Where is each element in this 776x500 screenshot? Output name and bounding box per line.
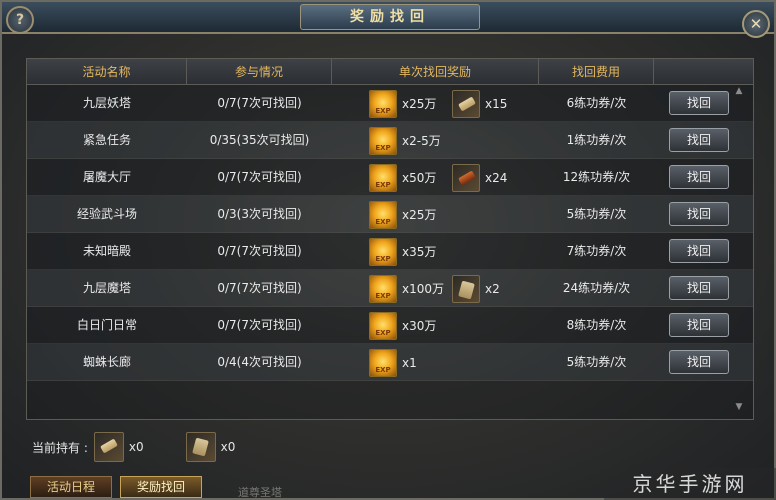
help-button[interactable]: ? (6, 6, 34, 34)
recovery-cost: 7练功券/次 (566, 244, 627, 258)
tab-activity-schedule[interactable]: 活动日程 (30, 476, 112, 498)
background-label: 道尊圣塔 (238, 486, 282, 499)
item-reward: x24 (452, 159, 507, 196)
exp-qty: x35万 (402, 245, 437, 259)
exp-qty: x100万 (402, 282, 445, 296)
table-row: 九层魔塔 0/7(7次可找回) EXP x100万 x2 24练功券/次 找回 (27, 270, 753, 307)
paper-icon (185, 432, 216, 462)
recovery-cost: 5练功券/次 (566, 207, 627, 221)
exp-reward: EXP x50万 (369, 159, 436, 196)
recovery-cost: 8练功券/次 (566, 318, 627, 332)
reward-recovery-window: 奖励找回 ? ✕ 活动名称 参与情况 单次找回奖励 找回费用 九层妖塔 0/7(7… (0, 0, 776, 500)
sword-icon (452, 163, 480, 192)
reward-table: 活动名称 参与情况 单次找回奖励 找回费用 九层妖塔 0/7(7次可找回) EXP x… (26, 58, 754, 420)
header-participation: 参与情况 (187, 59, 332, 85)
item-reward: x2 (452, 270, 500, 307)
participation-count: 0/35(35次可找回) (209, 133, 310, 147)
participation-count: 0/7(7次可找回) (217, 318, 302, 332)
exp-icon: EXP (369, 200, 397, 229)
exp-icon: EXP (369, 126, 397, 155)
activity-name: 九层妖塔 (82, 96, 131, 110)
recover-button[interactable]: 找回 (669, 128, 729, 152)
exp-reward: EXP x100万 (369, 270, 444, 307)
exp-qty: x1 (402, 355, 417, 370)
exp-icon: EXP (369, 163, 397, 192)
current-holdings: 当前持有 : x0 x0 (32, 430, 271, 464)
recover-button[interactable]: 找回 (669, 202, 729, 226)
recovery-cost: 6练功券/次 (566, 96, 627, 110)
exp-reward: EXP x25万 (369, 196, 436, 233)
exp-reward: EXP x1 (369, 344, 417, 381)
holdings-label: 当前持有 : (32, 440, 88, 455)
exp-icon: EXP (369, 274, 397, 303)
item-reward: x15 (452, 85, 507, 122)
exp-qty: x2-5万 (402, 134, 441, 148)
table-row: 未知暗殿 0/7(7次可找回) EXP x35万 7练功券/次 找回 (27, 233, 753, 270)
table-row: 白日门日常 0/7(7次可找回) EXP x30万 8练功券/次 找回 (27, 307, 753, 344)
holding-qty-scroll: x0 (128, 440, 144, 454)
participation-count: 0/7(7次可找回) (217, 96, 302, 110)
exp-reward: EXP x30万 (369, 307, 436, 344)
activity-name: 白日门日常 (76, 318, 137, 332)
activity-name: 九层魔塔 (82, 281, 131, 295)
tab-reward-recovery[interactable]: 奖励找回 (120, 476, 202, 498)
recover-button[interactable]: 找回 (669, 91, 729, 115)
table-row: 经验武斗场 0/3(3次可找回) EXP x25万 5练功券/次 找回 (27, 196, 753, 233)
participation-count: 0/7(7次可找回) (217, 281, 302, 295)
exp-icon: EXP (369, 237, 397, 266)
item-qty: x2 (485, 281, 500, 296)
exp-reward: EXP x25万 (369, 85, 436, 122)
table-header: 活动名称 参与情况 单次找回奖励 找回费用 (27, 59, 753, 85)
table-row: 九层妖塔 0/7(7次可找回) EXP x25万 x15 6练功券/次 找回 (27, 85, 753, 122)
table-row: 蜘蛛长廊 0/4(4次可找回) EXP x1 5练功券/次 找回 (27, 344, 753, 381)
exp-qty: x25万 (402, 97, 437, 111)
exp-qty: x25万 (402, 208, 437, 222)
activity-name: 紧急任务 (82, 133, 131, 147)
header-reward: 单次找回奖励 (332, 59, 539, 85)
exp-icon: EXP (369, 348, 397, 377)
participation-count: 0/4(4次可找回) (217, 355, 302, 369)
scroll-icon (452, 89, 480, 118)
table-row: 屠魔大厅 0/7(7次可找回) EXP x50万 x24 12练功券/次 找回 (27, 159, 753, 196)
window-title: 奖励找回 (300, 4, 480, 30)
recovery-cost: 1练功券/次 (566, 133, 627, 147)
activity-name: 屠魔大厅 (82, 170, 131, 184)
recovery-cost: 5练功券/次 (566, 355, 627, 369)
activity-name: 未知暗殿 (82, 244, 131, 258)
participation-count: 0/7(7次可找回) (217, 244, 302, 258)
item-qty: x15 (485, 96, 508, 111)
close-button[interactable]: ✕ (742, 10, 770, 38)
recover-button[interactable]: 找回 (669, 239, 729, 263)
scrollbar[interactable]: ▲ ▼ (732, 86, 746, 416)
scroll-icon (93, 432, 124, 462)
recover-button[interactable]: 找回 (669, 350, 729, 374)
recovery-cost: 12练功券/次 (562, 170, 631, 184)
exp-qty: x30万 (402, 319, 437, 333)
paper-icon (452, 274, 480, 303)
exp-icon: EXP (369, 89, 397, 118)
header-activity-name: 活动名称 (27, 59, 187, 85)
scroll-down-arrow-icon[interactable]: ▼ (734, 402, 744, 412)
participation-count: 0/7(7次可找回) (217, 170, 302, 184)
header-cost: 找回费用 (539, 59, 654, 85)
site-watermark: 京华手游网 (604, 468, 776, 500)
activity-name: 经验武斗场 (76, 207, 137, 221)
table-body: 九层妖塔 0/7(7次可找回) EXP x25万 x15 6练功券/次 找回 紧急任务 0/35… (27, 85, 753, 381)
holding-qty-paper: x0 (220, 440, 236, 454)
header-action (654, 59, 753, 85)
exp-icon: EXP (369, 311, 397, 340)
scroll-up-arrow-icon[interactable]: ▲ (734, 86, 744, 96)
exp-reward: EXP x2-5万 (369, 122, 441, 159)
activity-name: 蜘蛛长廊 (82, 355, 131, 369)
exp-qty: x50万 (402, 171, 437, 185)
exp-reward: EXP x35万 (369, 233, 436, 270)
title-bar: 奖励找回 (2, 2, 774, 34)
recover-button[interactable]: 找回 (669, 276, 729, 300)
item-qty: x24 (485, 170, 508, 185)
table-row: 紧急任务 0/35(35次可找回) EXP x2-5万 1练功券/次 找回 (27, 122, 753, 159)
recover-button[interactable]: 找回 (669, 313, 729, 337)
participation-count: 0/3(3次可找回) (217, 207, 302, 221)
recover-button[interactable]: 找回 (669, 165, 729, 189)
recovery-cost: 24练功券/次 (562, 281, 631, 295)
